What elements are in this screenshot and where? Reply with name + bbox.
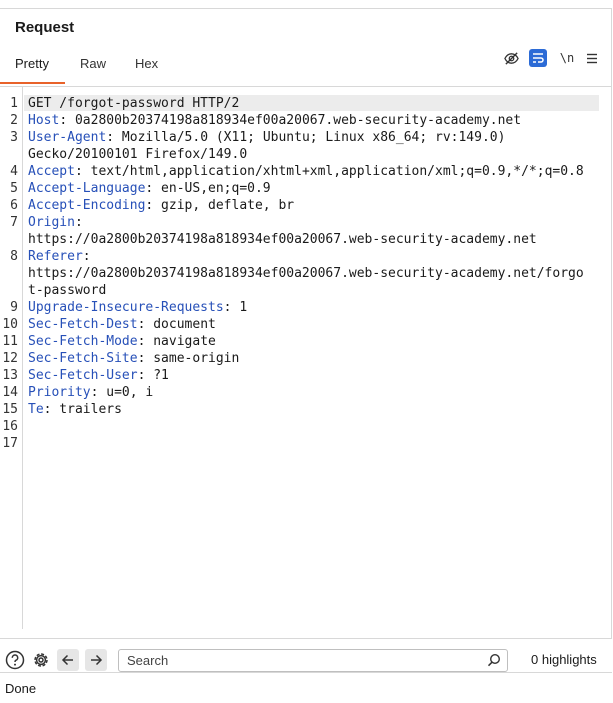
line-number: 12	[2, 351, 18, 366]
line-number: 8	[10, 249, 18, 264]
header-name: Sec-Fetch-Mode	[28, 334, 138, 349]
line-number: 1	[10, 96, 18, 111]
line-number: 10	[2, 317, 18, 332]
line-number: 16	[2, 419, 18, 434]
active-tab-indicator	[0, 82, 65, 84]
line-number: 11	[2, 334, 18, 349]
header-value: : 1	[223, 300, 248, 315]
line-number: 5	[10, 181, 18, 196]
arrow-right-icon[interactable]	[85, 649, 107, 671]
line-number: 9	[10, 300, 18, 315]
highlights-count: 0 highlights	[531, 652, 597, 667]
tab-hex[interactable]: Hex	[135, 56, 158, 71]
status-text: Done	[5, 681, 37, 696]
header-value: : same-origin	[137, 351, 240, 366]
header-line: Te: trailers	[28, 401, 122, 418]
header-name: Te	[28, 402, 44, 417]
header-line: Priority: u=0, i	[28, 384, 153, 401]
header-value: :	[74, 215, 83, 230]
header-line: Sec-Fetch-Dest: document	[28, 316, 216, 333]
header-line: Referer:	[28, 248, 91, 265]
tab-raw[interactable]: Raw	[80, 56, 106, 71]
header-line: Sec-Fetch-Mode: navigate	[28, 333, 216, 350]
header-value: : navigate	[137, 334, 216, 349]
header-name: Host	[28, 113, 60, 128]
header-value: : trailers	[43, 402, 122, 417]
header-name: Sec-Fetch-Dest	[28, 317, 138, 332]
header-name: Origin	[28, 215, 75, 230]
line-number: 6	[10, 198, 18, 213]
hamburger-menu-icon[interactable]	[585, 49, 599, 67]
header-line: Accept: text/html,application/xhtml+xml,…	[28, 163, 584, 180]
line-number: 14	[2, 385, 18, 400]
line-number: 3	[10, 130, 18, 145]
header-name: Accept-Encoding	[28, 198, 146, 213]
arrow-left-icon[interactable]	[57, 649, 79, 671]
search-box	[118, 649, 508, 672]
line-number: 17	[2, 436, 18, 451]
header-line: Sec-Fetch-Site: same-origin	[28, 350, 239, 367]
header-name: Referer	[28, 249, 83, 264]
request-text[interactable]: GET /forgot-password HTTP/2 Host: 0a2800…	[24, 87, 600, 629]
header-value: : document	[137, 317, 216, 332]
header-value: : ?1	[137, 368, 169, 383]
header-continuation: https://0a2800b20374198a818934ef00a20067…	[28, 266, 584, 281]
header-continuation: https://0a2800b20374198a818934ef00a20067…	[28, 232, 537, 247]
search-icon[interactable]	[487, 653, 501, 667]
gear-icon[interactable]	[30, 649, 52, 671]
header-continuation: Gecko/20100101 Firefox/149.0	[28, 147, 248, 162]
eye-slash-icon[interactable]	[503, 49, 519, 67]
header-name: Sec-Fetch-User	[28, 368, 138, 383]
request-panel: Request Pretty Raw Hex \n 1 2 3 4 5 6 7 …	[0, 8, 612, 680]
request-line: GET /forgot-password HTTP/2	[28, 96, 240, 111]
line-number: 7	[10, 215, 18, 230]
header-value: : gzip, deflate, br	[145, 198, 295, 213]
header-value: : u=0, i	[90, 385, 154, 400]
header-line: User-Agent: Mozilla/5.0 (X11; Ubuntu; Li…	[28, 129, 505, 146]
line-number-gutter: 1 2 3 4 5 6 7 8 9 10 11 12 13 14 15 16 1…	[0, 87, 23, 629]
header-name: Priority	[28, 385, 91, 400]
message-editor[interactable]: 1 2 3 4 5 6 7 8 9 10 11 12 13 14 15 16 1…	[0, 86, 612, 629]
header-name: Sec-Fetch-Site	[28, 351, 138, 366]
line-number: 4	[10, 164, 18, 179]
header-line: Sec-Fetch-User: ?1	[28, 367, 169, 384]
header-name: Accept-Language	[28, 181, 146, 196]
line-number: 13	[2, 368, 18, 383]
header-name: Upgrade-Insecure-Requests	[28, 300, 224, 315]
header-line: Upgrade-Insecure-Requests: 1	[28, 299, 247, 316]
header-line: Origin:	[28, 214, 83, 231]
search-input[interactable]	[119, 650, 479, 671]
header-name: Accept	[28, 164, 75, 179]
header-value: : 0a2800b20374198a818934ef00a20067.web-s…	[59, 113, 522, 128]
show-newlines-toggle[interactable]: \n	[559, 49, 575, 67]
panel-title: Request	[15, 19, 75, 36]
header-line: Host: 0a2800b20374198a818934ef00a20067.w…	[28, 112, 521, 129]
header-value: :	[82, 249, 91, 264]
header-line: Accept-Language: en-US,en;q=0.9	[28, 180, 271, 197]
header-line: Accept-Encoding: gzip, deflate, br	[28, 197, 294, 214]
line-number: 2	[10, 113, 18, 128]
status-bar: Done	[0, 672, 612, 702]
tab-pretty[interactable]: Pretty	[15, 56, 49, 71]
header-continuation: t-password	[28, 283, 107, 298]
word-wrap-icon[interactable]	[529, 49, 547, 67]
line-number: 15	[2, 402, 18, 417]
header-value: : en-US,en;q=0.9	[145, 181, 271, 196]
header-value: : text/html,application/xhtml+xml,applic…	[74, 164, 584, 179]
help-circle-icon[interactable]	[4, 649, 26, 671]
view-tabs: Pretty Raw Hex \n	[0, 49, 611, 84]
header-name: User-Agent	[28, 130, 107, 145]
header-value: : Mozilla/5.0 (X11; Ubuntu; Linux x86_64…	[106, 130, 506, 145]
